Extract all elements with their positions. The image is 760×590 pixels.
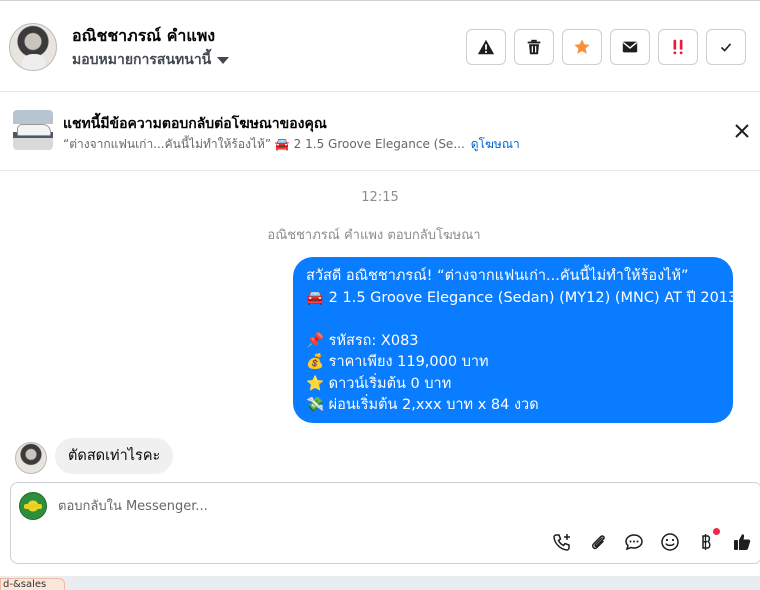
- message-line: 🚘 2 1.5 Groove Elegance (Sedan) (MY12) (…: [306, 289, 738, 306]
- spam-button[interactable]: [658, 29, 698, 65]
- like-button[interactable]: [730, 530, 754, 554]
- contact-avatar[interactable]: [9, 23, 57, 71]
- bottom-bar: [0, 576, 760, 590]
- outgoing-message-bubble[interactable]: สวัสดี อณิชชาภรณ์! “ต่างจากแฟนเก่า...คัน…: [293, 257, 738, 423]
- message-line: ⭐ ดาวน์เริ่มต้น 0 บาท: [306, 375, 452, 392]
- thumbs-up-icon: [734, 534, 751, 550]
- warning-icon: [477, 39, 495, 55]
- double-exclamation-icon: [673, 39, 683, 55]
- header-actions: [466, 29, 746, 65]
- ad-snippet: “ต่างจากแฟนเก่า...คันนี้ไม่ทำให้ร้องไห้”…: [63, 137, 465, 151]
- message-composer: [10, 482, 760, 564]
- ad-reply-note: อณิชชาภรณ์ คำแพง ตอบกลับโฆษณา: [267, 228, 481, 243]
- ad-banner-title: แชทนี้มีข้อความตอบกลับต่อโฆษณาของคุณ: [63, 116, 327, 132]
- contact-name[interactable]: อณิชชาภรณ์ คำแพง: [72, 24, 215, 49]
- ad-banner-subtitle: “ต่างจากแฟนเก่า...คันนี้ไม่ทำให้ร้องไห้”…: [63, 135, 520, 154]
- caret-down-icon: [217, 56, 230, 64]
- reply-input[interactable]: [58, 496, 558, 516]
- message-timestamp: 12:15: [361, 190, 399, 205]
- bottom-tab[interactable]: d-&sales: [0, 578, 65, 590]
- mark-unread-button[interactable]: [610, 29, 650, 65]
- baht-icon: [702, 534, 711, 550]
- chat-bubble-icon: [625, 534, 643, 551]
- emoji-button[interactable]: [658, 530, 682, 554]
- emoji-icon: [661, 533, 679, 551]
- trash-icon: [527, 39, 541, 55]
- warning-button[interactable]: [466, 29, 506, 65]
- close-icon[interactable]: [733, 122, 751, 140]
- saved-replies-button[interactable]: [622, 530, 646, 554]
- phone-add-icon: [553, 534, 570, 551]
- ad-reply-banner: แชทนี้มีข้อความตอบกลับต่อโฆษณาของคุณ “ต่…: [0, 92, 760, 171]
- notification-dot: [713, 528, 720, 535]
- message-line: 📌 รหัสรถ: X083: [306, 332, 419, 349]
- incoming-message-bubble[interactable]: ตัดสดเท่าไรคะ: [55, 438, 174, 474]
- delete-button[interactable]: [514, 29, 554, 65]
- call-button[interactable]: [550, 530, 574, 554]
- message-line: สวัสดี อณิชชาภรณ์! “ต่างจากแฟนเก่า...คัน…: [306, 268, 689, 284]
- attach-button[interactable]: [586, 530, 610, 554]
- ad-thumbnail[interactable]: [13, 110, 53, 150]
- composer-tools: [550, 528, 754, 554]
- assign-label: มอบหมายการสนทนานี้: [72, 52, 212, 68]
- assign-conversation-dropdown[interactable]: มอบหมายการสนทนานี้: [72, 49, 230, 71]
- conversation-header: อณิชชาภรณ์ คำแพง มอบหมายการสนทนานี้: [0, 0, 760, 92]
- page-avatar: [19, 492, 47, 520]
- message-line: [306, 309, 720, 331]
- view-ad-link[interactable]: ดูโฆษณา: [471, 135, 520, 154]
- paperclip-icon: [592, 535, 605, 550]
- payment-button[interactable]: [694, 528, 720, 554]
- message-line: 💰 ราคาเพียง 119,000 บาท: [306, 354, 489, 370]
- check-icon: [720, 43, 732, 52]
- star-icon: [574, 39, 590, 54]
- sender-avatar[interactable]: [15, 442, 47, 474]
- message-line: 💸 ผ่อนเริ่มต้น 2,xxx บาท x 84 งวด: [306, 397, 539, 413]
- envelope-icon: [622, 41, 638, 53]
- star-button[interactable]: [562, 29, 602, 65]
- done-button[interactable]: [706, 29, 746, 65]
